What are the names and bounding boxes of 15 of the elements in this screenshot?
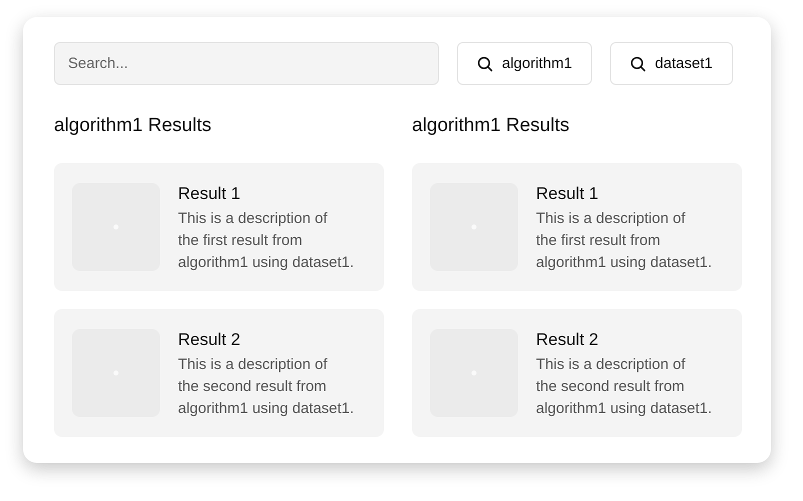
search-field[interactable]: Search... <box>54 42 439 85</box>
result-description: This is a description of the second result from algorithm1 using dataset1. <box>178 355 354 419</box>
result-title: Result 2 <box>536 330 600 350</box>
search-icon <box>477 56 493 72</box>
result-title: Result 1 <box>178 184 242 204</box>
filter-button[interactable]: algorithm1 <box>457 42 592 85</box>
result-title: Result 1 <box>536 184 600 204</box>
result-title: Result 2 <box>178 330 242 350</box>
search-icon <box>630 56 646 72</box>
results-heading: algorithm1 Results <box>412 115 570 138</box>
result-description: This is a description of the first result from algorithm1 using dataset1. <box>178 209 354 273</box>
result-description: This is a description of the first result from algorithm1 using dataset1. <box>536 209 712 273</box>
results-heading: algorithm1 Results <box>54 115 212 138</box>
filter-button[interactable]: dataset1 <box>610 42 733 85</box>
result-description: This is a description of the second result from algorithm1 using dataset1. <box>536 355 712 419</box>
